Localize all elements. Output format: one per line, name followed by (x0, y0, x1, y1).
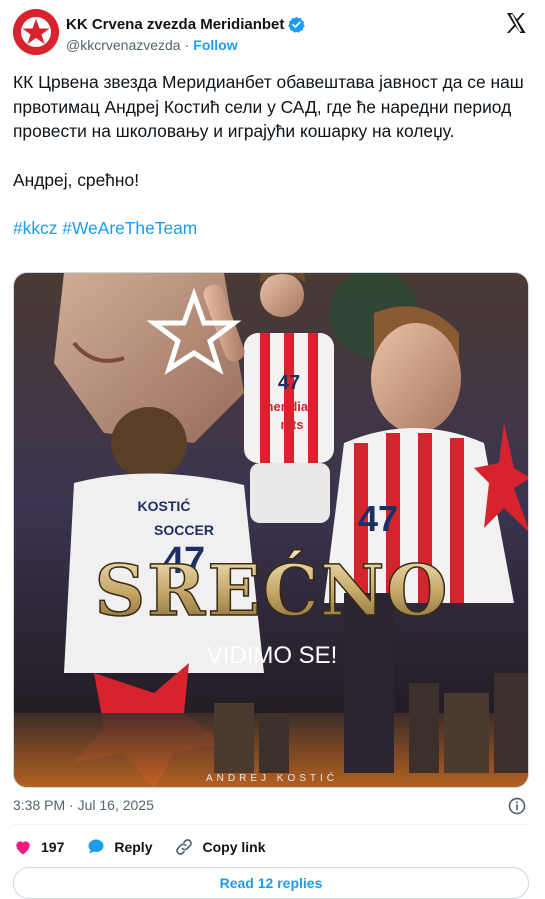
tweet-paragraph: КК Црвена звезда Меридианбет обавештава … (13, 72, 524, 141)
credit: ANDREJ KOSTIĆ (206, 771, 338, 784)
tweet-header: KK Crvena zvezda Meridianbet @kkcrvenazv… (13, 9, 532, 59)
reply-button[interactable]: Reply (86, 837, 152, 857)
like-button[interactable]: 197 (13, 837, 64, 857)
timestamp[interactable]: 3:38 PM · Jul 16, 2025 (13, 797, 154, 813)
svg-text:SOCCER: SOCCER (154, 522, 214, 538)
tweet-body: КК Црвена звезда Меридианбет обавештава … (13, 70, 528, 241)
svg-text:meridian: meridian (262, 399, 316, 414)
svg-text:47: 47 (358, 498, 398, 539)
copy-link-label: Copy link (202, 839, 266, 855)
avatar[interactable] (13, 9, 59, 55)
like-count: 197 (41, 839, 65, 855)
follow-button[interactable]: Follow (193, 37, 237, 53)
handle[interactable]: @kkcrvenazvezda (66, 37, 181, 53)
link-icon (176, 839, 193, 855)
display-name[interactable]: KK Crvena zvezda Meridianbet (66, 16, 284, 33)
svg-text:KOSTIĆ: KOSTIĆ (138, 497, 191, 514)
hashtags[interactable]: #kkcz #WeAreTheTeam (13, 216, 528, 241)
read-replies-button[interactable]: Read 12 replies (13, 867, 529, 899)
verified-badge-icon (288, 16, 306, 33)
farewell-graphic: 47 meridian mts 47 KOSTIĆ SOCCER 47 SREĆ… (14, 273, 528, 787)
copy-link-button[interactable]: Copy link (174, 837, 266, 857)
reply-label: Reply (114, 839, 153, 855)
subline: VIDIMO SE! (207, 642, 338, 669)
handle-row: @kkcrvenazvezda · Follow (66, 37, 238, 53)
svg-text:47: 47 (278, 372, 300, 394)
headline: SREĆNO (95, 549, 450, 632)
club-logo-icon (13, 9, 59, 55)
tweet-paragraph: Андреј, срећно! (13, 169, 140, 190)
name-row: KK Crvena zvezda Meridianbet (66, 16, 306, 33)
reply-bubble-icon (88, 839, 104, 854)
tweet-media[interactable]: 47 meridian mts 47 KOSTIĆ SOCCER 47 SREĆ… (13, 272, 529, 788)
x-logo-icon[interactable] (504, 11, 528, 35)
separator: · (184, 37, 190, 53)
heart-icon (16, 841, 30, 855)
divider (13, 824, 529, 825)
info-icon[interactable] (507, 796, 527, 816)
svg-text:mts: mts (280, 417, 303, 432)
action-bar: 197 Reply Copy link (13, 836, 288, 858)
